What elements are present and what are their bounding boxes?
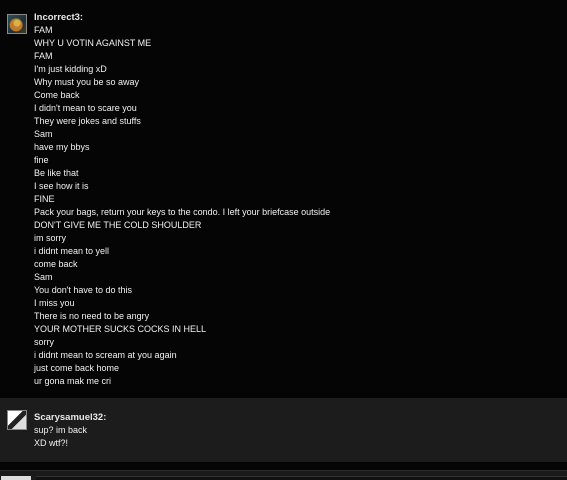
message-line: Sam bbox=[34, 129, 53, 139]
message-line: im sorry bbox=[34, 233, 66, 243]
message-line: FINE bbox=[34, 194, 55, 204]
message-line: FAM bbox=[34, 25, 53, 35]
chat-log: Incorrect3: FAM WHY U VOTIN AGAINST ME F… bbox=[0, 0, 567, 480]
message-line: I'm just kidding xD bbox=[34, 64, 107, 74]
message-line: WHY U VOTIN AGAINST ME bbox=[34, 38, 152, 48]
message-lines: sup? im back XD wtf?! bbox=[34, 424, 87, 450]
message-line: I didn't mean to scare you bbox=[34, 103, 137, 113]
message-line: Pack your bags, return your keys to the … bbox=[34, 207, 331, 217]
message-line: sup? im back bbox=[34, 425, 88, 435]
message-line: They were jokes and stuffs bbox=[34, 116, 141, 126]
message-line: come back bbox=[34, 259, 78, 269]
message-line: fine bbox=[34, 155, 49, 165]
message-lines: FAM WHY U VOTIN AGAINST ME FAM I'm just … bbox=[34, 24, 330, 388]
message-line: Why must you be so away bbox=[34, 77, 140, 87]
message-line: YOUR MOTHER SUCKS COCKS IN HELL bbox=[34, 324, 207, 334]
message-line: i didnt mean to scream at you again bbox=[34, 350, 177, 360]
message-line: You don't have to do this bbox=[34, 285, 132, 295]
message-group-incorrect3: Incorrect3: FAM WHY U VOTIN AGAINST ME F… bbox=[0, 0, 567, 398]
message-line: Come back bbox=[34, 90, 80, 100]
avatar[interactable] bbox=[7, 14, 27, 34]
message-line: ur gona mak me cri bbox=[34, 376, 112, 386]
message-author[interactable]: Scarysamuel32: bbox=[34, 412, 106, 424]
message-line: FAM bbox=[34, 51, 53, 61]
message-author[interactable]: Incorrect3: bbox=[34, 12, 83, 24]
message-line: have my bbys bbox=[34, 142, 90, 152]
message-line: I miss you bbox=[34, 298, 75, 308]
message-line: i didnt mean to yell bbox=[34, 246, 110, 256]
message-line: XD wtf?! bbox=[34, 438, 69, 448]
avatar bbox=[1, 476, 31, 480]
message-line: I see how it is bbox=[34, 181, 89, 191]
message-line: Be like that bbox=[34, 168, 79, 178]
message-input[interactable] bbox=[36, 476, 567, 480]
message-line: just come back home bbox=[34, 363, 120, 373]
message-line: Sam bbox=[34, 272, 53, 282]
message-line: sorry bbox=[34, 337, 54, 347]
avatar[interactable] bbox=[7, 410, 27, 430]
message-line: There is no need to be angry bbox=[34, 311, 150, 321]
message-line: DON'T GIVE ME THE COLD SHOULDER bbox=[34, 220, 202, 230]
